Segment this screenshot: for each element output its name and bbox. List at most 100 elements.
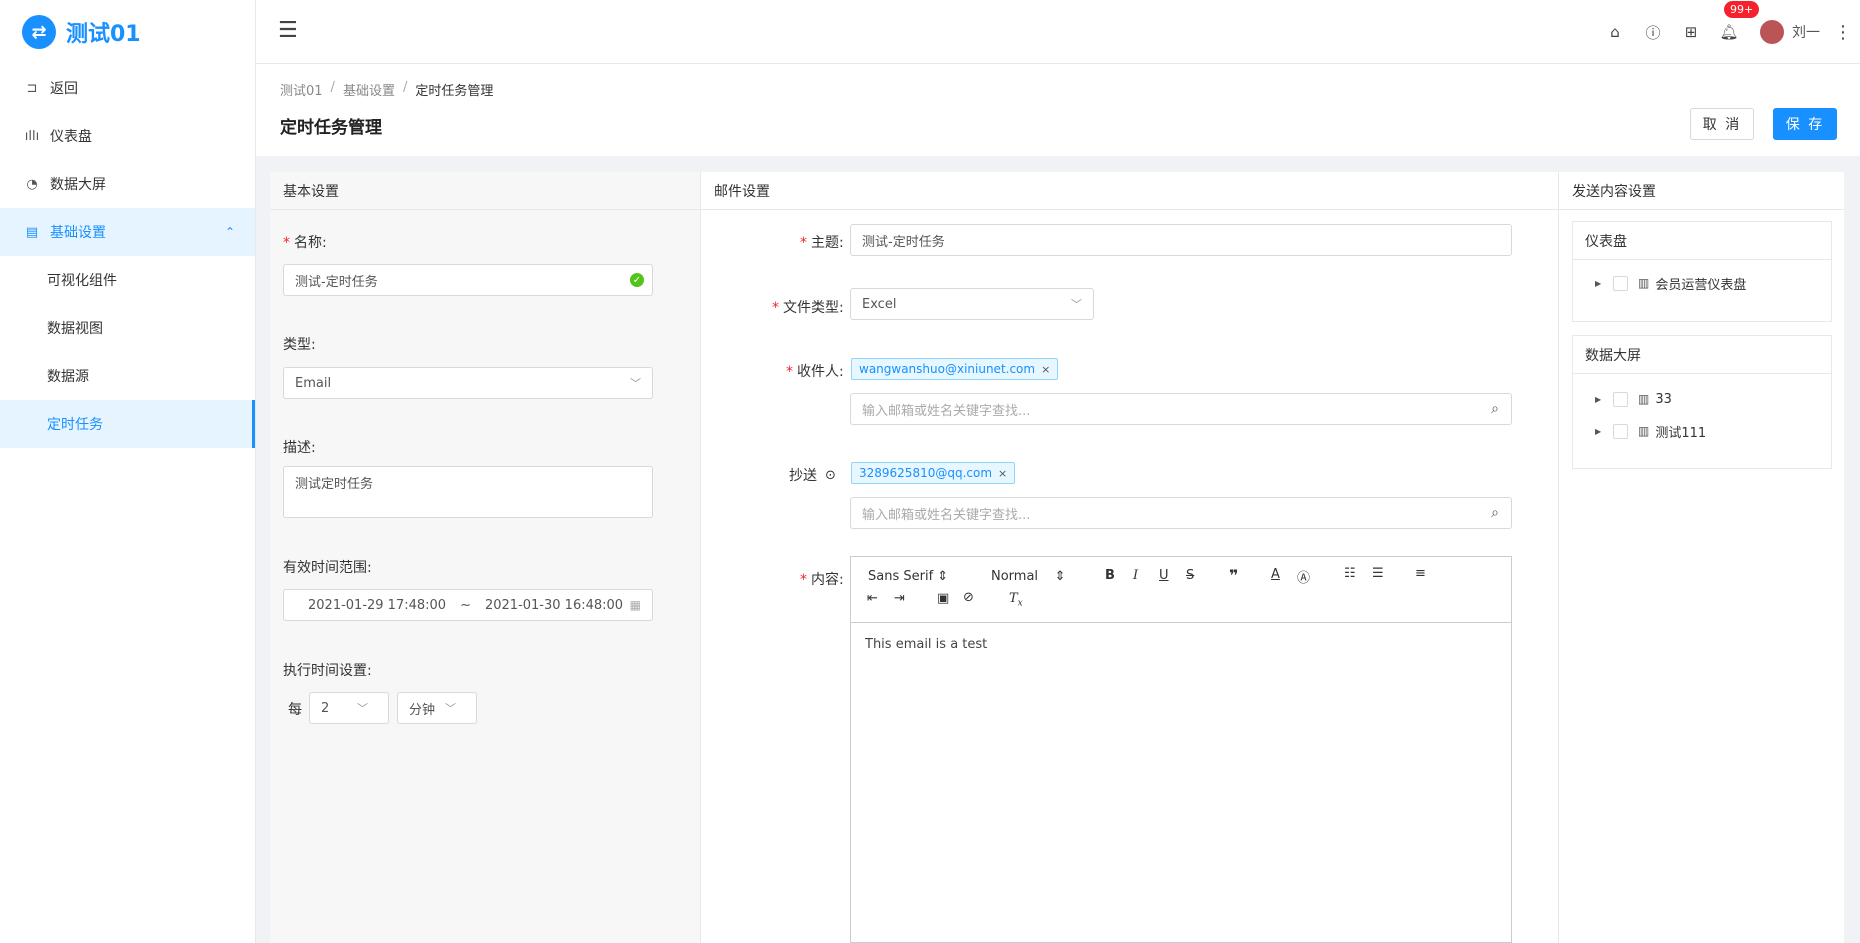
sidebar-subitem-data-sources[interactable]: 数据源: [0, 352, 255, 400]
sidebar-item-label: 返回: [50, 81, 78, 97]
recipient-tag[interactable]: wangwanshuo@xiniunet.com ×: [851, 358, 1059, 380]
panel-title: 基本设置: [270, 172, 700, 210]
time-range-label: 有效时间范围:: [283, 560, 372, 576]
avatar[interactable]: [1760, 20, 1784, 44]
rich-text-editor: Sans Serif ⇕ Normal ⇕ B I U S ❞ A Ⓐ ☷ ☰ …: [850, 556, 1512, 943]
range-start[interactable]: 2021-01-29 17:48:00: [308, 598, 446, 613]
pie-chart-icon: ◔: [26, 176, 38, 192]
bullet-list-icon[interactable]: ☰: [1372, 566, 1384, 581]
content-label: * 内容:: [800, 572, 844, 588]
close-icon[interactable]: ×: [1041, 363, 1050, 376]
cc-search-input[interactable]: 输入邮箱或姓名关键字查找... ⌕: [850, 497, 1512, 529]
every-label: 每: [288, 702, 302, 718]
recipient-search-placeholder: 输入邮箱或姓名关键字查找...: [862, 403, 1031, 419]
page-header: 测试01 / 基础设置 / 定时任务管理 定时任务管理 取 消 保 存: [256, 64, 1860, 156]
type-select[interactable]: Email ﹀: [283, 367, 653, 399]
expand-circle-icon[interactable]: ⊙: [825, 468, 836, 483]
cancel-button[interactable]: 取 消: [1690, 108, 1754, 140]
breadcrumb-item[interactable]: 基础设置: [343, 80, 395, 99]
app-title: 测试01: [66, 22, 141, 47]
sidebar-subitem-scheduled-tasks[interactable]: 定时任务: [0, 400, 255, 448]
caret-right-icon[interactable]: ▶: [1595, 395, 1607, 404]
search-icon[interactable]: ⌕: [1491, 505, 1499, 521]
settings-doc-icon: ▤: [25, 224, 39, 240]
cc-tag[interactable]: 3289625810@qq.com ×: [851, 462, 1016, 484]
sidebar-item-back[interactable]: ⊐ 返回: [0, 64, 255, 112]
tree-item[interactable]: ▶ ▥ 测试111: [1573, 415, 1831, 447]
link-icon[interactable]: ⊘: [963, 590, 974, 605]
sidebar-item-label: 数据大屏: [50, 177, 106, 193]
calendar-icon: ▦: [629, 598, 641, 612]
cc-search-placeholder: 输入邮箱或姓名关键字查找...: [862, 507, 1031, 523]
sidebar-item-data-screen[interactable]: ◔ 数据大屏: [0, 160, 255, 208]
cc-label: 抄送 ⊙: [789, 467, 836, 485]
type-value: Email: [295, 375, 332, 391]
chevron-down-icon: ﹀: [630, 377, 641, 390]
menu-fold-icon[interactable]: ☰: [278, 18, 298, 43]
name-input[interactable]: 测试-定时任务 ✓: [283, 264, 653, 296]
sidebar-item-basic-settings[interactable]: ▤ 基础设置 ⌃: [0, 208, 255, 256]
outdent-icon[interactable]: ⇤: [867, 591, 878, 606]
underline-icon[interactable]: U: [1159, 568, 1169, 583]
tree-item-label: 33: [1655, 391, 1672, 407]
save-button[interactable]: 保 存: [1773, 108, 1837, 140]
range-end[interactable]: 2021-01-30 16:48:00: [485, 598, 623, 613]
bold-icon[interactable]: B: [1105, 568, 1115, 583]
caret-right-icon[interactable]: ▶: [1595, 279, 1607, 288]
font-color-icon[interactable]: A: [1271, 567, 1280, 582]
sidebar-item-label: 基础设置: [50, 225, 106, 241]
card-title: 数据大屏: [1573, 336, 1831, 374]
username[interactable]: 刘一: [1792, 22, 1820, 42]
more-vertical-icon[interactable]: ⋮: [1834, 22, 1852, 43]
layout-icon: ▥: [1638, 424, 1650, 438]
time-range-picker[interactable]: 2021-01-29 17:48:00 ~ 2021-01-30 16:48:0…: [283, 589, 653, 621]
checkbox[interactable]: [1613, 423, 1628, 439]
sidebar-item-dashboard[interactable]: ıllı 仪表盘: [0, 112, 255, 160]
strikethrough-icon[interactable]: S: [1186, 568, 1194, 583]
background-color-icon[interactable]: Ⓐ: [1297, 567, 1310, 586]
tree-item[interactable]: ▶ ▥ 33: [1573, 383, 1831, 415]
exec-time-label: 执行时间设置:: [283, 663, 372, 679]
align-left-icon[interactable]: ≡: [1415, 566, 1426, 581]
chevron-up-icon: ⌃: [224, 225, 235, 239]
size-select[interactable]: Normal ⇕: [991, 569, 1065, 584]
interval-select[interactable]: 2 ﹀: [309, 692, 389, 724]
search-icon[interactable]: ⌕: [1491, 401, 1499, 417]
home-icon[interactable]: ⌂: [1596, 23, 1634, 41]
sidebar-subitem-visual-components[interactable]: 可视化组件: [0, 256, 255, 304]
unit-value: 分钟: [409, 702, 436, 718]
checkbox[interactable]: [1613, 275, 1628, 291]
help-icon[interactable]: ⓘ: [1634, 22, 1672, 43]
clear-format-icon[interactable]: Tx: [1009, 591, 1023, 609]
caret-right-icon[interactable]: ▶: [1595, 427, 1607, 436]
name-label: * 名称:: [283, 235, 327, 251]
recipients-label: * 收件人:: [786, 364, 844, 380]
sidebar: ⇄ 测试01 ⊐ 返回 ıllı 仪表盘 ◔ 数据大屏 ▤ 基础设置 ⌃ 可视化…: [0, 0, 256, 943]
checkbox[interactable]: [1613, 391, 1628, 407]
filetype-select[interactable]: Excel ﹀: [850, 288, 1094, 320]
font-select[interactable]: Sans Serif ⇕: [868, 569, 948, 584]
indent-icon[interactable]: ⇥: [894, 591, 905, 606]
editor-content[interactable]: This email is a test: [851, 623, 1511, 666]
filetype-label: * 文件类型:: [772, 300, 844, 316]
breadcrumb-item[interactable]: 测试01: [280, 80, 323, 99]
blockquote-icon[interactable]: ❞: [1229, 566, 1238, 585]
image-icon[interactable]: ▣: [937, 591, 949, 606]
ordered-list-icon[interactable]: ☷: [1344, 566, 1356, 581]
sidebar-subitem-data-views[interactable]: 数据视图: [0, 304, 255, 352]
unit-select[interactable]: 分钟 ﹀: [397, 692, 477, 724]
recipient-email: wangwanshuo@xiniunet.com: [859, 362, 1036, 376]
recipient-search-input[interactable]: 输入邮箱或姓名关键字查找... ⌕: [850, 393, 1512, 425]
name-value: 测试-定时任务: [295, 274, 378, 290]
logo[interactable]: ⇄ 测试01: [0, 0, 255, 64]
subject-input[interactable]: 测试-定时任务: [850, 224, 1512, 256]
italic-icon[interactable]: I: [1133, 568, 1138, 583]
tree-item[interactable]: ▶ ▥ 会员运营仪表盘: [1573, 267, 1831, 299]
close-icon[interactable]: ×: [998, 467, 1007, 480]
dashboard-card: 仪表盘 ▶ ▥ 会员运营仪表盘: [1572, 221, 1832, 322]
subject-label: * 主题:: [800, 235, 844, 251]
bell-icon[interactable]: 🔔︎ 99+: [1710, 1, 1760, 41]
apps-grid-icon[interactable]: ⊞: [1672, 23, 1710, 41]
top-actions: ⌂ ⓘ ⊞ 🔔︎ 99+ 刘一 ⋮: [1596, 0, 1860, 64]
description-textarea[interactable]: 测试定时任务: [283, 466, 653, 518]
